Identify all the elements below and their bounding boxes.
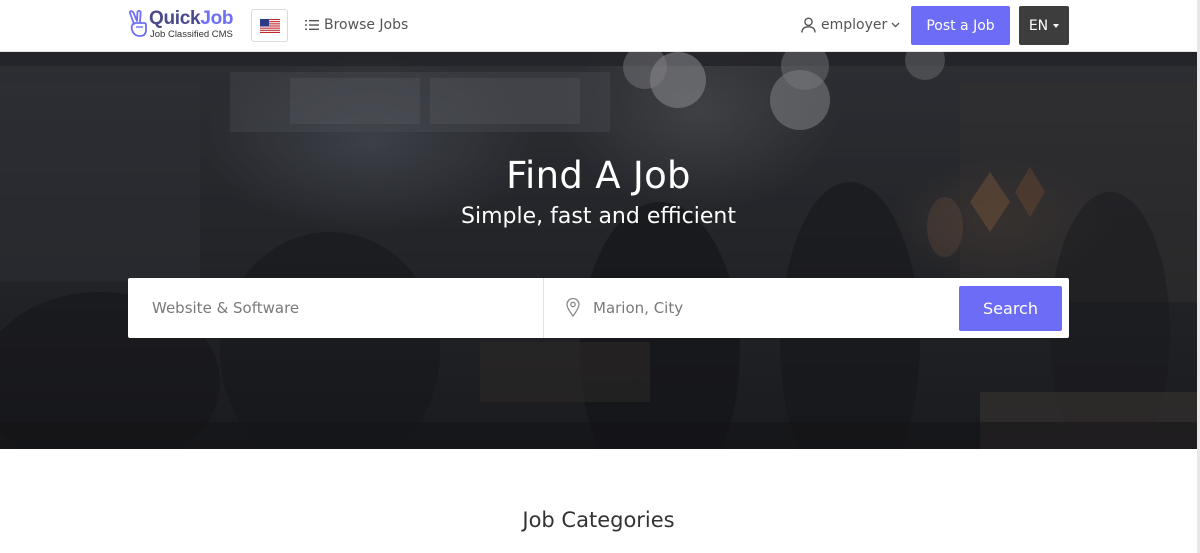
logo-title: QuickJob [149,8,234,29]
hero-subtitle: Simple, fast and efficient [461,204,736,229]
caret-down-icon [1053,23,1060,28]
site-logo[interactable]: QuickJob Job Classified CMS [128,8,240,42]
user-icon [801,17,816,33]
search-button[interactable]: Search [959,286,1062,331]
logo-title-part1: Quick [149,8,201,29]
user-menu[interactable]: employer [801,14,900,36]
language-dropdown-button[interactable]: EN [1019,6,1069,45]
job-search-form: Search [128,278,1069,338]
location-search-input[interactable] [590,278,950,338]
list-icon [305,20,319,30]
browse-jobs-label: Browse Jobs [324,17,409,33]
user-menu-label: employer [821,17,888,33]
language-label: EN [1028,17,1049,34]
logo-subtitle: Job Classified CMS [150,29,233,40]
logo-title-part2: Job [200,8,234,29]
search-divider [543,278,544,338]
job-categories-heading: Job Categories [522,508,675,532]
hero-title: Find A Job [506,154,691,197]
map-pin-icon [566,298,580,317]
chevron-down-icon [891,22,900,28]
browse-jobs-link[interactable]: Browse Jobs [305,15,408,35]
hero-overlay [0,52,1197,449]
peace-hand-icon [129,10,147,37]
keyword-search-input[interactable] [128,278,543,338]
us-flag-icon [260,19,280,33]
top-navbar: QuickJob Job Classified CMS Browse Jobs [0,0,1200,52]
post-job-button[interactable]: Post a Job [911,6,1010,45]
hero-section: Find A Job Simple, fast and efficient Se… [0,52,1197,449]
country-selector-button[interactable] [251,9,288,42]
